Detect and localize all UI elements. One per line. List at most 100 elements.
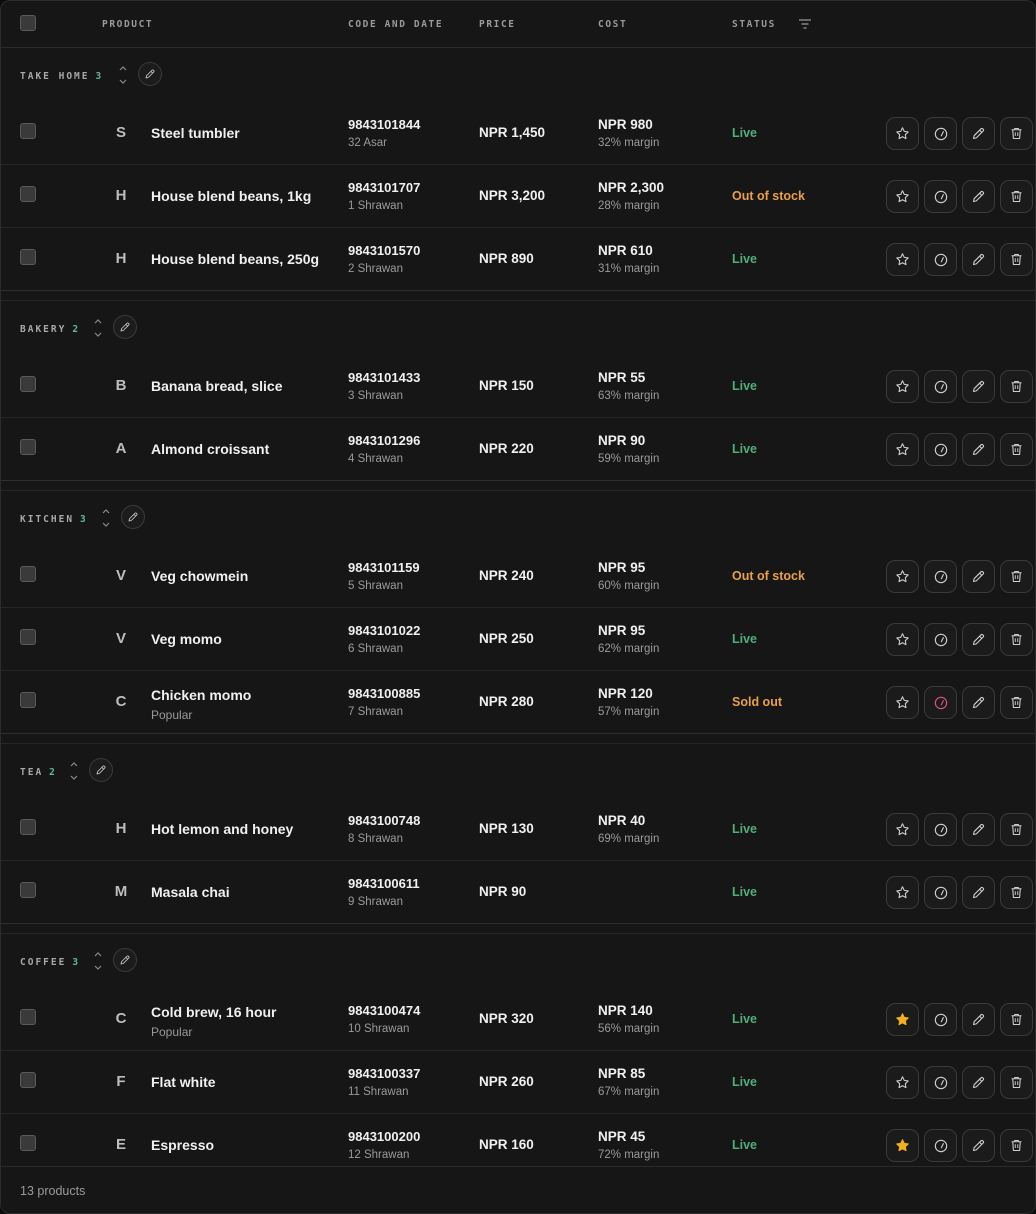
- delete-button[interactable]: [1000, 1003, 1033, 1036]
- delete-button[interactable]: [1000, 686, 1033, 719]
- availability-button[interactable]: [924, 1066, 957, 1099]
- delete-button[interactable]: [1000, 876, 1033, 909]
- edit-button[interactable]: [962, 686, 995, 719]
- header-code-and-date[interactable]: CODE AND DATE: [348, 19, 443, 30]
- favorite-button[interactable]: [886, 117, 919, 150]
- favorite-button[interactable]: [886, 686, 919, 719]
- delete-button[interactable]: [1000, 1066, 1033, 1099]
- favorite-button[interactable]: [886, 1129, 919, 1162]
- delete-button[interactable]: [1000, 433, 1033, 466]
- availability-button[interactable]: [924, 813, 957, 846]
- edit-button[interactable]: [962, 1066, 995, 1099]
- product-name[interactable]: Masala chai: [151, 884, 230, 900]
- favorite-button[interactable]: [886, 433, 919, 466]
- row-checkbox[interactable]: [20, 1072, 36, 1088]
- edit-group-button[interactable]: [113, 948, 138, 972]
- delete-button[interactable]: [1000, 117, 1033, 150]
- availability-button[interactable]: [924, 243, 957, 276]
- delete-button[interactable]: [1000, 1129, 1033, 1162]
- row-checkbox[interactable]: [20, 819, 36, 835]
- header-product[interactable]: PRODUCT: [102, 19, 153, 30]
- product-name[interactable]: House blend beans, 250g: [151, 251, 319, 267]
- filter-icon[interactable]: [798, 18, 812, 30]
- availability-icon: [934, 823, 947, 836]
- availability-button[interactable]: [924, 433, 957, 466]
- favorite-button[interactable]: [886, 1066, 919, 1099]
- product-name[interactable]: Almond croissant: [151, 441, 269, 457]
- product-name[interactable]: Hot lemon and honey: [151, 821, 293, 837]
- row-checkbox[interactable]: [20, 376, 36, 392]
- group-header: COFFEE 3: [1, 934, 1035, 988]
- favorite-button[interactable]: [886, 876, 919, 909]
- availability-button[interactable]: [924, 117, 957, 150]
- edit-button[interactable]: [962, 180, 995, 213]
- group-count: 3: [80, 514, 86, 525]
- availability-button[interactable]: [924, 686, 957, 719]
- availability-icon: [934, 1013, 947, 1026]
- delete-button[interactable]: [1000, 560, 1033, 593]
- edit-button[interactable]: [962, 560, 995, 593]
- availability-button[interactable]: [924, 876, 957, 909]
- edit-group-button[interactable]: [88, 758, 113, 782]
- favorite-button[interactable]: [886, 243, 919, 276]
- product-name[interactable]: Espresso: [151, 1137, 214, 1153]
- edit-button[interactable]: [962, 876, 995, 909]
- row-checkbox[interactable]: [20, 186, 36, 202]
- availability-button[interactable]: [924, 1003, 957, 1036]
- edit-button[interactable]: [962, 117, 995, 150]
- select-all-checkbox[interactable]: [20, 15, 36, 31]
- edit-button[interactable]: [962, 243, 995, 276]
- delete-button[interactable]: [1000, 180, 1033, 213]
- sort-arrows-icon[interactable]: [93, 316, 103, 340]
- edit-group-button[interactable]: [137, 62, 162, 86]
- edit-group-button[interactable]: [113, 315, 138, 339]
- row-checkbox[interactable]: [20, 123, 36, 139]
- edit-button[interactable]: [962, 370, 995, 403]
- edit-button[interactable]: [962, 1129, 995, 1162]
- row-checkbox[interactable]: [20, 629, 36, 645]
- availability-button[interactable]: [924, 560, 957, 593]
- product-name[interactable]: Veg momo: [151, 631, 222, 647]
- favorite-button[interactable]: [886, 370, 919, 403]
- row-checkbox[interactable]: [20, 1009, 36, 1025]
- header-price[interactable]: PRICE: [479, 19, 516, 30]
- availability-button[interactable]: [924, 623, 957, 656]
- row-checkbox[interactable]: [20, 566, 36, 582]
- favorite-button[interactable]: [886, 1003, 919, 1036]
- row-checkbox[interactable]: [20, 1135, 36, 1151]
- availability-button[interactable]: [924, 1129, 957, 1162]
- edit-button[interactable]: [962, 1003, 995, 1036]
- edit-button[interactable]: [962, 623, 995, 656]
- sort-arrows-icon[interactable]: [69, 759, 79, 783]
- header-cost[interactable]: COST: [598, 19, 627, 30]
- favorite-button[interactable]: [886, 180, 919, 213]
- delete-button[interactable]: [1000, 243, 1033, 276]
- delete-button[interactable]: [1000, 370, 1033, 403]
- header-status[interactable]: STATUS: [732, 19, 776, 30]
- availability-button[interactable]: [924, 180, 957, 213]
- edit-group-button[interactable]: [121, 505, 146, 529]
- product-name[interactable]: Banana bread, slice: [151, 378, 283, 394]
- table-row: F Flat white 9843100337 11 Shrawan NPR 260 NP…: [1, 1051, 1035, 1114]
- sort-arrows-icon[interactable]: [118, 63, 128, 87]
- edit-button[interactable]: [962, 813, 995, 846]
- row-checkbox[interactable]: [20, 692, 36, 708]
- sort-arrows-icon[interactable]: [93, 949, 103, 973]
- sort-arrows-icon[interactable]: [101, 506, 111, 530]
- product-name[interactable]: Flat white: [151, 1074, 216, 1090]
- delete-button[interactable]: [1000, 623, 1033, 656]
- product-name[interactable]: Chicken momo: [151, 687, 251, 703]
- product-name[interactable]: House blend beans, 1kg: [151, 188, 311, 204]
- favorite-button[interactable]: [886, 813, 919, 846]
- product-name[interactable]: Cold brew, 16 hour: [151, 1004, 277, 1020]
- product-name[interactable]: Veg chowmein: [151, 568, 248, 584]
- product-name[interactable]: Steel tumbler: [151, 125, 240, 141]
- row-checkbox[interactable]: [20, 439, 36, 455]
- availability-button[interactable]: [924, 370, 957, 403]
- row-checkbox[interactable]: [20, 882, 36, 898]
- edit-button[interactable]: [962, 433, 995, 466]
- favorite-button[interactable]: [886, 560, 919, 593]
- delete-button[interactable]: [1000, 813, 1033, 846]
- row-checkbox[interactable]: [20, 249, 36, 265]
- favorite-button[interactable]: [886, 623, 919, 656]
